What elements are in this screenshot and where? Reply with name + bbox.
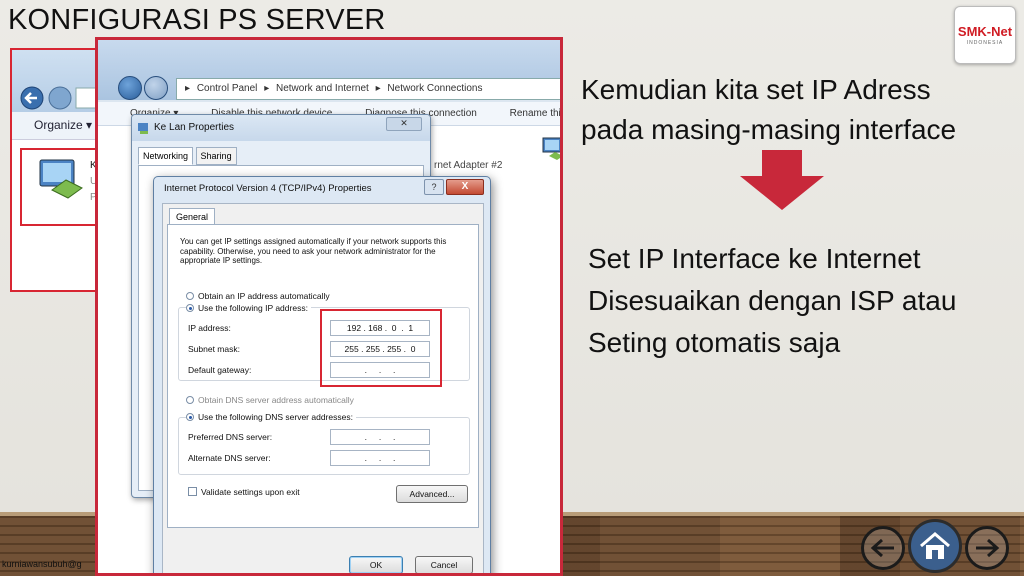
breadcrumb-separator-icon: ▸ — [375, 83, 381, 94]
radio-use-following-dns-label: Use the following DNS server addresses: — [198, 412, 353, 422]
author-credit: kurniawansubuh@g — [2, 559, 82, 569]
radio-use-following-ip[interactable]: Use the following IP address: — [186, 303, 311, 313]
heading-line: Kemudian kita set IP Adress — [581, 74, 931, 105]
radio-use-following-ip-label: Use the following IP address: — [198, 303, 308, 313]
ipv4-properties-dialog: Internet Protocol Version 4 (TCP/IPv4) P… — [153, 176, 491, 573]
body-line: Disesuaikan dengan ISP atau — [588, 285, 957, 316]
logo-subtext: INDONESIA — [966, 40, 1004, 46]
lan-tab-strip: Networking Sharing — [138, 147, 237, 165]
radio-off-icon — [186, 292, 194, 300]
radio-on-icon — [186, 413, 194, 421]
ipv4-dialog-title: Internet Protocol Version 4 (TCP/IPv4) P… — [164, 183, 372, 194]
previous-slide-button[interactable] — [861, 526, 905, 570]
screenshot-frame: ▸ Control Panel ▸ Network and Internet ▸… — [95, 37, 563, 576]
cancel-button[interactable]: Cancel — [415, 556, 473, 573]
background-organize[interactable]: Organize ▾ — [12, 112, 102, 140]
default-gateway-label: Default gateway: — [188, 365, 252, 375]
breadcrumb-separator-icon: ▸ — [264, 83, 270, 94]
arrow-right-icon — [976, 538, 1000, 558]
checkbox-icon — [188, 487, 197, 496]
breadcrumb-network-internet[interactable]: Network and Internet — [276, 83, 369, 94]
adapter-label: rnet Adapter #2 — [434, 160, 503, 171]
body-line: Seting otomatis saja — [588, 327, 841, 358]
general-panel: You can get IP settings assigned automat… — [167, 224, 479, 528]
heading-text: Kemudian kita set IP Adress pada masing-… — [581, 70, 956, 150]
toolbar-rename[interactable]: Rename this conne — [510, 108, 560, 119]
preferred-dns-label: Preferred DNS server: — [188, 432, 273, 442]
ok-button[interactable]: OK — [349, 556, 403, 573]
close-button[interactable]: X — [446, 179, 484, 195]
breadcrumb-control-panel[interactable]: Control Panel — [197, 83, 258, 94]
tab-general[interactable]: General — [169, 208, 216, 225]
smk-net-logo: SMK-Net INDONESIA — [954, 6, 1016, 64]
radio-use-following-dns[interactable]: Use the following DNS server addresses: — [186, 412, 356, 422]
background-explorer-window: Organize ▾ K U P — [10, 48, 104, 292]
ipv4-description: You can get IP settings assigned automat… — [180, 237, 447, 265]
address-chevron-icon: ▸ — [185, 83, 191, 94]
ipv4-dialog-body: General You can get IP settings assigned… — [162, 203, 484, 573]
tab-sharing[interactable]: Sharing — [195, 147, 237, 165]
network-icon — [138, 123, 148, 134]
lan-close-button[interactable]: ✕ — [386, 117, 422, 131]
validate-settings-label: Validate settings upon exit — [201, 487, 300, 497]
address-bar[interactable]: ▸ Control Panel ▸ Network and Internet ▸… — [176, 78, 560, 100]
alternate-dns-label: Alternate DNS server: — [188, 453, 271, 463]
slide-title: KONFIGURASI PS SERVER — [8, 4, 386, 36]
back-button[interactable] — [118, 76, 142, 100]
next-slide-button[interactable] — [965, 526, 1009, 570]
help-button[interactable]: ? — [424, 179, 444, 195]
breadcrumb-network-connections[interactable]: Network Connections — [387, 83, 482, 94]
radio-on-icon — [186, 304, 194, 312]
body-line: Set IP Interface ke Internet — [588, 243, 921, 274]
adapter-highlight — [20, 148, 102, 226]
validate-settings-checkbox[interactable]: Validate settings upon exit — [188, 487, 300, 497]
advanced-button[interactable]: Advanced... — [396, 485, 468, 503]
subnet-mask-label: Subnet mask: — [188, 344, 240, 354]
logo-text: SMK-Net — [957, 24, 1013, 39]
radio-obtain-ip-auto[interactable]: Obtain an IP address automatically — [186, 291, 330, 301]
background-window-titlebar — [12, 50, 102, 112]
radio-obtain-dns-auto[interactable]: Obtain DNS server address automatically — [186, 395, 354, 405]
home-button[interactable] — [908, 519, 962, 573]
down-arrow-icon — [740, 150, 824, 210]
forward-button[interactable] — [144, 76, 168, 100]
preferred-dns-input[interactable]: . . . — [330, 429, 430, 445]
ip-highlight-box — [320, 309, 442, 387]
arrow-left-icon — [870, 538, 894, 558]
home-icon — [920, 532, 950, 559]
ip-address-label: IP address: — [188, 323, 231, 333]
dns-group — [178, 417, 470, 475]
radio-off-icon — [186, 396, 194, 404]
radio-obtain-ip-auto-label: Obtain an IP address automatically — [198, 291, 330, 301]
alternate-dns-input[interactable]: . . . — [330, 450, 430, 466]
network-adapter-icon — [542, 137, 560, 160]
heading-line: pada masing-masing interface — [581, 114, 957, 145]
radio-obtain-dns-auto-label: Obtain DNS server address automatically — [198, 395, 354, 405]
body-text: Set IP Interface ke Internet Disesuaikan… — [588, 238, 956, 364]
tab-networking[interactable]: Networking — [138, 147, 194, 165]
back-forward-icon — [20, 86, 102, 110]
